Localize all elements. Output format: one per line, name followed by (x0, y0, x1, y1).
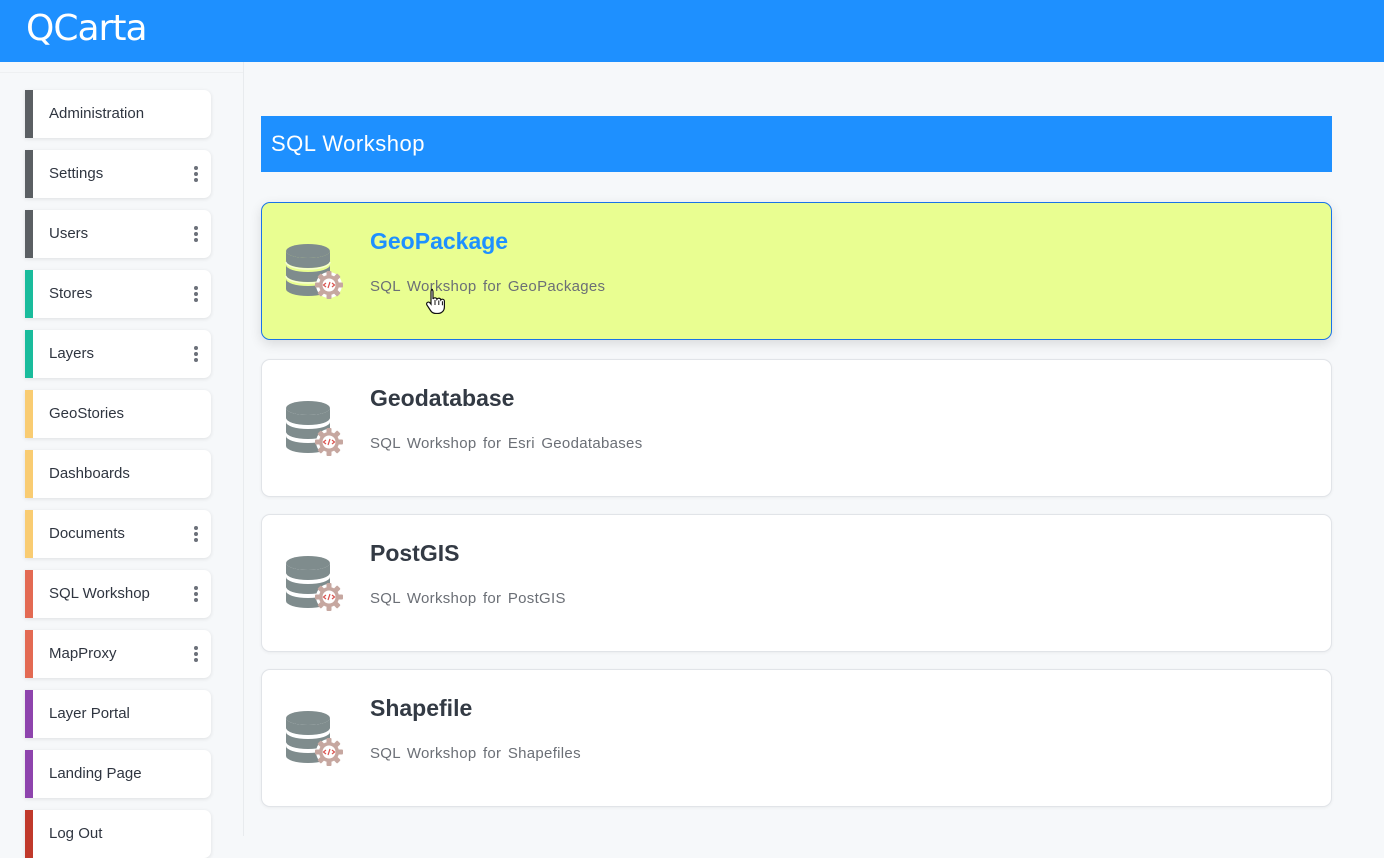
sidebar-item-layers[interactable]: Layers (25, 330, 211, 378)
page-header: SQL Workshop (261, 116, 1332, 172)
hand-pointer-icon (425, 288, 445, 314)
kebab-menu-icon[interactable] (189, 342, 203, 366)
sidebar-item-label: Log Out (49, 825, 103, 842)
sidebar-item-stripe (25, 510, 33, 558)
sidebar-item-label: Stores (49, 285, 93, 302)
sidebar-item-label: GeoStories (49, 405, 125, 422)
shapefile-card[interactable]: Shapefile SQL Workshop for Shapefiles (261, 669, 1332, 807)
sidebar-item-mapproxy[interactable]: MapProxy (25, 630, 211, 678)
kebab-menu-icon[interactable] (189, 582, 203, 606)
card-description: SQL Workshop for PostGIS (370, 590, 566, 607)
postgis-card[interactable]: PostGIS SQL Workshop for PostGIS (261, 514, 1332, 652)
database-gear-icon (285, 711, 343, 766)
sidebar-item-label: Layer Portal (49, 705, 130, 722)
card-title: Geodatabase (370, 385, 515, 411)
sidebar-item-label: Settings (49, 165, 104, 182)
sidebar-item-stripe (25, 150, 33, 198)
card-description: SQL Workshop for GeoPackages (370, 278, 606, 295)
sidebar-item-stripe (25, 690, 33, 738)
sidebar-item-dashboards[interactable]: Dashboards (25, 450, 211, 498)
sidebar-item-label: MapProxy (49, 645, 117, 662)
kebab-menu-icon[interactable] (189, 222, 203, 246)
sidebar-item-stripe (25, 630, 33, 678)
sidebar-item-stripe (25, 270, 33, 318)
kebab-menu-icon[interactable] (189, 522, 203, 546)
sidebar-item-label: SQL Workshop (49, 585, 150, 602)
sidebar-item-stripe (25, 750, 33, 798)
card-title: Shapefile (370, 695, 473, 721)
sidebar-item-label: Users (49, 225, 89, 242)
card-description: SQL Workshop for Esri Geodatabases (370, 435, 643, 452)
sidebar-item-stripe (25, 390, 33, 438)
sidebar-item-stripe (25, 450, 33, 498)
sidebar-item-stripe (25, 330, 33, 378)
sidebar-item-stripe (25, 210, 33, 258)
sidebar-item-label: Landing Page (49, 765, 142, 782)
sidebar-item-documents[interactable]: Documents (25, 510, 211, 558)
sidebar-divider (0, 72, 243, 73)
sidebar-item-label: Layers (49, 345, 95, 362)
sidebar-item-stores[interactable]: Stores (25, 270, 211, 318)
sidebar-item-geostories[interactable]: GeoStories (25, 390, 211, 438)
sidebar-item-users[interactable]: Users (25, 210, 211, 258)
card-title: PostGIS (370, 540, 460, 566)
sidebar-item-landing-page[interactable]: Landing Page (25, 750, 211, 798)
kebab-menu-icon[interactable] (189, 642, 203, 666)
sidebar-item-stripe (25, 90, 33, 138)
geodatabase-card[interactable]: Geodatabase SQL Workshop for Esri Geodat… (261, 359, 1332, 497)
sidebar-item-sql-workshop[interactable]: SQL Workshop (25, 570, 211, 618)
page-title: SQL Workshop (271, 131, 425, 156)
sidebar-item-administration[interactable]: Administration (25, 90, 211, 138)
top-bar: QCarta (0, 0, 1384, 62)
kebab-menu-icon[interactable] (189, 162, 203, 186)
card-title: GeoPackage (370, 228, 509, 254)
database-gear-icon (285, 244, 343, 299)
kebab-menu-icon[interactable] (189, 282, 203, 306)
geopackage-card[interactable]: GeoPackage SQL Workshop for GeoPackages (261, 202, 1332, 340)
sidebar-item-log-out[interactable]: Log Out (25, 810, 211, 858)
database-gear-icon (285, 401, 343, 456)
sidebar-item-stripe (25, 810, 33, 858)
sidebar-item-layer-portal[interactable]: Layer Portal (25, 690, 211, 738)
sidebar-item-stripe (25, 570, 33, 618)
sidebar-item-label: Documents (49, 525, 125, 542)
database-gear-icon (285, 556, 343, 611)
card-description: SQL Workshop for Shapefiles (370, 745, 581, 762)
sidebar: Administration Settings Users Stores Lay… (0, 62, 244, 858)
sidebar-item-label: Administration (49, 105, 145, 122)
sidebar-item-settings[interactable]: Settings (25, 150, 211, 198)
sidebar-item-label: Dashboards (49, 465, 130, 482)
brand-logo[interactable]: QCarta (26, 8, 148, 50)
